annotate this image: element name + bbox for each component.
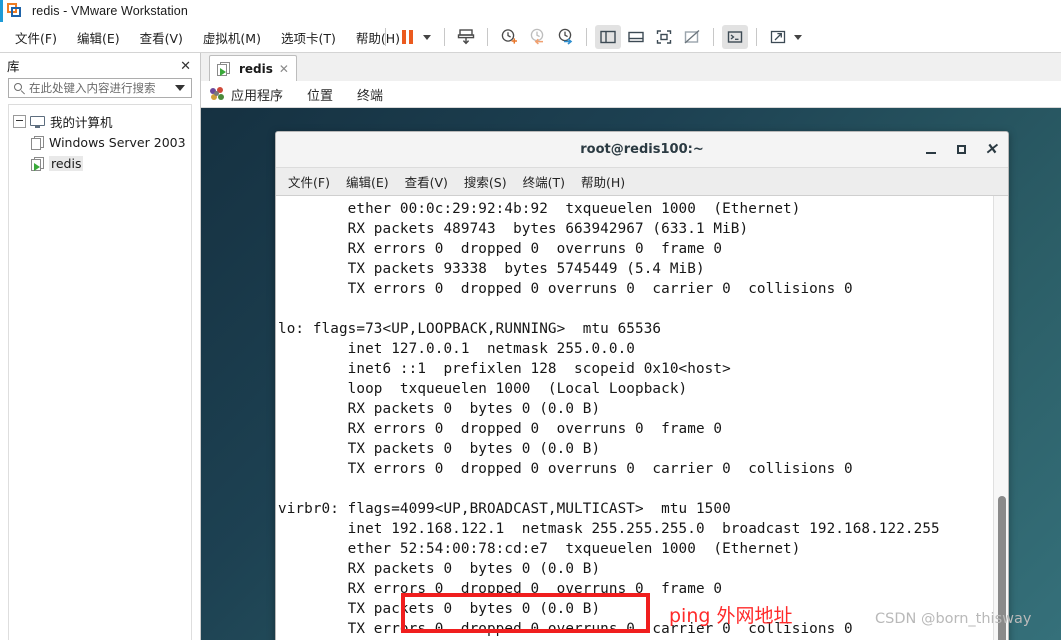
gnome-top-panel: 应用程序 位置 终端 (201, 81, 1061, 108)
gnome-foot-icon[interactable] (210, 87, 224, 101)
fullscreen-icon[interactable] (651, 25, 677, 49)
unity-mode-icon[interactable] (679, 25, 705, 49)
toolbar-divider (385, 28, 386, 46)
main-toolbar (378, 22, 808, 52)
tree-item-label: 我的计算机 (50, 115, 113, 130)
terminal-body[interactable]: ether 00:0c:29:92:4b:92 txqueuelen 1000 … (276, 196, 1008, 640)
expand-icon[interactable] (765, 25, 791, 49)
library-search-box[interactable]: 在此处键入内容进行搜索 (8, 78, 192, 98)
menu-view[interactable]: 查看(V) (131, 24, 192, 51)
expand-collapse-icon[interactable] (13, 115, 26, 128)
window-title: redis - VMware Workstation (32, 4, 188, 18)
vm-tabstrip: redis ✕ (201, 53, 1061, 82)
terminal-line: TX packets 93338 bytes 5745449 (5.4 MiB) (278, 261, 705, 277)
terminal-menu-terminal[interactable]: 终端(T) (515, 172, 573, 191)
terminal-output: ether 00:0c:29:92:4b:92 txqueuelen 1000 … (276, 199, 994, 640)
vmware-workstation-window: redis - VMware Workstation 文件(F) 编辑(E) 查… (0, 0, 1061, 640)
toolbar-divider (756, 28, 757, 46)
library-tree: 我的计算机 Windows Server 2003 redis (8, 104, 192, 640)
tree-item-my-computer[interactable]: 我的计算机 (9, 111, 191, 132)
terminal-menu-view[interactable]: 查看(V) (397, 172, 456, 191)
dropdown-caret-icon[interactable] (423, 34, 431, 40)
vmware-logo-icon (7, 3, 23, 19)
menu-tabs[interactable]: 选项卡(T) (272, 24, 345, 51)
window-accent-edge (0, 0, 3, 22)
close-icon[interactable]: ✕ (279, 62, 289, 76)
panel-terminal[interactable]: 终端 (357, 85, 383, 104)
terminal-menu-help[interactable]: 帮助(H) (573, 172, 633, 191)
vertical-scrollbar[interactable] (993, 196, 1008, 640)
toolbar-divider (713, 28, 714, 46)
terminal-line: RX errors 0 dropped 0 overruns 0 frame 0 (278, 241, 723, 257)
terminal-window-buttons: ✕ (924, 132, 998, 167)
terminal-line: ether 52:54:00:78:cd:e7 txqueuelen 1000 … (278, 541, 801, 557)
terminal-menu-edit[interactable]: 编辑(E) (338, 172, 397, 191)
pause-icon[interactable] (394, 25, 420, 49)
tree-item-label: Windows Server 2003 (49, 135, 186, 150)
monitor-icon (30, 115, 45, 128)
take-snapshot-icon[interactable] (496, 25, 522, 49)
vm-running-icon (31, 156, 44, 171)
revert-snapshot-icon[interactable] (524, 25, 550, 49)
terminal-menu-file[interactable]: 文件(F) (280, 172, 338, 191)
watermark: CSDN @born_thisway (875, 611, 1032, 627)
maximize-icon[interactable] (954, 143, 968, 157)
library-sidebar: 库 ✕ 在此处键入内容进行搜索 我的计算机 Windows Server 200… (0, 53, 201, 640)
terminal-titlebar: root@redis100:~ ✕ (276, 132, 1008, 168)
guest-desktop[interactable]: 应用程序 位置 终端 root@redis100:~ ✕ 文件(F) 编辑(E)… (201, 81, 1061, 640)
panel-applications[interactable]: 应用程序 (231, 85, 283, 104)
terminal-line: RX packets 489743 bytes 663942967 (633.1… (278, 221, 749, 237)
tab-redis[interactable]: redis ✕ (209, 55, 297, 82)
tab-label: redis (239, 62, 273, 76)
terminal-line: inet6 ::1 prefixlen 128 scopeid 0x10<hos… (278, 361, 731, 377)
terminal-line: loop txqueuelen 1000 (Local Loopback) (278, 381, 688, 397)
toolbar-divider (586, 28, 587, 46)
show-two-panes-icon[interactable] (595, 25, 621, 49)
toolbar-divider (487, 28, 488, 46)
vm-stopped-icon (31, 135, 44, 150)
tree-item-redis[interactable]: redis (9, 153, 191, 174)
terminal-line: TX packets 0 bytes 0 (0.0 B) (278, 441, 601, 457)
search-input[interactable]: 在此处键入内容进行搜索 (29, 80, 175, 96)
search-icon (14, 82, 25, 95)
close-icon[interactable]: ✕ (177, 57, 194, 74)
terminal-line: RX errors 0 dropped 0 overruns 0 frame 0 (278, 581, 723, 597)
terminal-line: inet 192.168.122.1 netmask 255.255.255.0… (278, 521, 940, 537)
terminal-line: TX errors 0 dropped 0 overruns 0 carrier… (278, 281, 853, 297)
snapshot-icon[interactable] (453, 25, 479, 49)
menu-vm[interactable]: 虚拟机(M) (194, 24, 270, 51)
show-bottom-pane-icon[interactable] (623, 25, 649, 49)
library-header: 库 ✕ (0, 53, 200, 77)
menu-file[interactable]: 文件(F) (6, 24, 66, 51)
panel-places[interactable]: 位置 (307, 85, 333, 104)
library-title: 库 (7, 58, 20, 74)
terminal-line: RX packets 0 bytes 0 (0.0 B) (278, 561, 601, 577)
terminal-line: inet 127.0.0.1 netmask 255.0.0.0 (278, 341, 636, 357)
terminal-menu-search[interactable]: 搜索(S) (456, 172, 515, 191)
vm-running-icon (217, 62, 230, 76)
tree-item-label: redis (49, 156, 84, 171)
terminal-line: RX errors 0 dropped 0 overruns 0 frame 0 (278, 421, 723, 437)
terminal-window[interactable]: root@redis100:~ ✕ 文件(F) 编辑(E) 查看(V) 搜索(S… (275, 131, 1009, 640)
annotation-label: ping 外网地址 (669, 605, 793, 627)
terminal-line: TX errors 0 dropped 0 overruns 0 carrier… (278, 461, 853, 477)
terminal-line: virbr0: flags=4099<UP,BROADCAST,MULTICAS… (278, 501, 731, 517)
chevron-down-icon[interactable] (175, 85, 185, 91)
terminal-menubar: 文件(F) 编辑(E) 查看(V) 搜索(S) 终端(T) 帮助(H) (276, 168, 1008, 196)
toolbar-divider (444, 28, 445, 46)
terminal-line: ether 00:0c:29:92:4b:92 txqueuelen 1000 … (278, 201, 801, 217)
expand-caret-icon[interactable] (794, 34, 802, 40)
window-titlebar: redis - VMware Workstation (0, 0, 1061, 22)
close-icon[interactable]: ✕ (984, 142, 998, 157)
terminal-line: RX packets 0 bytes 0 (0.0 B) (278, 401, 601, 417)
console-view-icon[interactable] (722, 25, 748, 49)
tree-item-windows-server-2003[interactable]: Windows Server 2003 (9, 132, 191, 153)
minimize-icon[interactable] (924, 143, 938, 157)
terminal-line: lo: flags=73<UP,LOOPBACK,RUNNING> mtu 65… (278, 321, 662, 337)
snapshot-manager-icon[interactable] (552, 25, 578, 49)
menu-edit[interactable]: 编辑(E) (68, 24, 129, 51)
terminal-title: root@redis100:~ (580, 142, 704, 157)
